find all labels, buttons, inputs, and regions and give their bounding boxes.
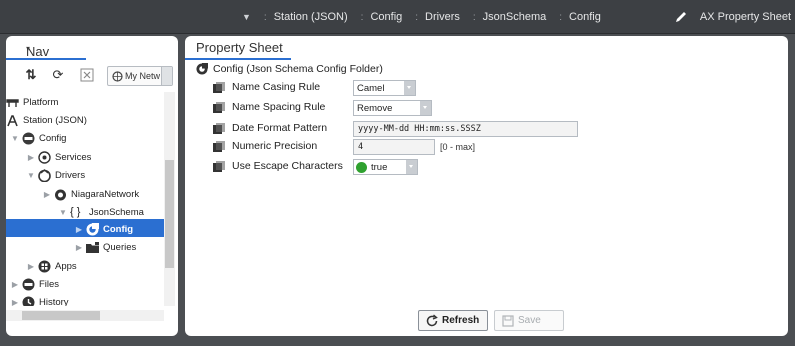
collapsed-arrow-icon[interactable]: ▶ — [26, 262, 36, 271]
breadcrumb: ▼ : Station (JSON) : Config : Drivers : Json… — [242, 0, 601, 34]
chevron-down-icon[interactable] — [404, 81, 415, 95]
breadcrumb-station[interactable]: : Station (JSON) — [251, 11, 348, 23]
view-name[interactable]: AX Property Sheet — [700, 11, 791, 23]
tree-node-config[interactable]: ▼ Config — [10, 129, 66, 147]
tree-node-history[interactable]: ▶ History — [10, 293, 69, 306]
property-slot-icon — [213, 82, 225, 93]
refresh-icon[interactable]: ⟳ — [51, 68, 65, 82]
collapsed-arrow-icon[interactable]: ▶ — [26, 153, 36, 162]
apps-icon — [38, 260, 51, 272]
save-button[interactable]: Save — [494, 310, 564, 331]
tree-node-services[interactable]: ▶ Services — [26, 148, 91, 166]
tree-node-platform[interactable]: Platform — [6, 93, 58, 111]
property-slot-icon — [213, 123, 225, 134]
expanded-arrow-icon[interactable]: ▼ — [26, 171, 36, 180]
history-icon — [22, 296, 35, 306]
refresh-icon — [426, 313, 438, 326]
breadcrumb-separator: : — [360, 11, 364, 23]
tree-node-config-selected[interactable]: ▶ Config — [74, 220, 133, 238]
breadcrumb-separator: : — [559, 11, 563, 23]
nav-panel: ▾ Nav ⇅ ⟳ My Netw Platform Station (JSON… — [6, 36, 178, 336]
breadcrumb-menu-icon[interactable]: ▼ — [242, 12, 251, 22]
collapsed-arrow-icon[interactable]: ▶ — [42, 190, 52, 199]
property-sheet-panel: Property Sheet Config (Json Schema Confi… — [185, 36, 788, 336]
services-icon — [38, 150, 51, 164]
tree-node-queries[interactable]: ▶ Queries — [74, 238, 136, 256]
collapsed-arrow-icon[interactable]: ▶ — [10, 280, 20, 289]
network-icon — [112, 70, 123, 82]
collapsed-arrow-icon[interactable]: ▶ — [74, 225, 84, 234]
tab-nav[interactable]: ▾ Nav — [6, 36, 86, 60]
tree-node-niagaranetwork[interactable]: ▶ NiagaraNetwork — [42, 185, 139, 203]
niagara-network-icon — [55, 189, 66, 200]
nav-horizontal-scroll-thumb[interactable] — [22, 311, 100, 320]
tree-node-jsonschema[interactable]: ▼ { } JsonSchema — [58, 203, 144, 221]
property-slot-icon — [213, 141, 225, 152]
folder-icon — [86, 241, 99, 253]
app-window: ▼ : Station (JSON) : Config : Drivers : Json… — [0, 0, 795, 346]
chevron-down-icon[interactable] — [406, 160, 417, 174]
property-slot-icon — [213, 161, 225, 172]
breadcrumb-drivers[interactable]: : Drivers — [402, 11, 460, 23]
breadcrumb-jsonschema[interactable]: : JsonSchema — [460, 11, 546, 23]
name-spacing-select[interactable]: Remove — [353, 100, 432, 116]
range-hint: [0 - max] — [440, 142, 476, 152]
nav-vertical-scrollbar[interactable] — [164, 92, 175, 306]
tree-node-apps[interactable]: ▶ Apps — [26, 257, 77, 275]
nav-toolbar: ⇅ ⟳ My Netw — [6, 64, 178, 90]
numeric-precision-field[interactable]: 4 — [353, 139, 435, 155]
files-icon — [22, 278, 35, 290]
breadcrumb-config-current[interactable]: : Config — [546, 11, 601, 23]
station-icon — [7, 114, 18, 126]
tree-node-files[interactable]: ▶ Files — [10, 275, 59, 293]
collapsed-arrow-icon[interactable]: ▶ — [10, 298, 20, 307]
expanded-arrow-icon[interactable]: ▼ — [58, 208, 68, 217]
breadcrumb-separator: : — [415, 11, 419, 23]
date-format-field[interactable]: yyyy-MM-dd HH:mm:ss.SSSZ — [353, 121, 578, 137]
view-selector[interactable]: AX Property Sheet — [674, 0, 791, 34]
close-icon[interactable] — [80, 68, 94, 82]
breadcrumb-separator: : — [263, 11, 267, 23]
sync-arrows-icon[interactable]: ⇅ — [24, 68, 38, 82]
breadcrumb-config[interactable]: : Config — [348, 11, 403, 23]
top-bar: ▼ : Station (JSON) : Config : Drivers : Json… — [0, 0, 795, 34]
escape-chars-select[interactable]: true — [353, 159, 418, 175]
collapsed-arrow-icon[interactable]: ▶ — [74, 243, 84, 252]
expanded-arrow-icon[interactable]: ▼ — [10, 134, 20, 143]
component-header: Config (Json Schema Config Folder) — [196, 61, 383, 77]
save-icon — [502, 314, 514, 327]
chevron-down-icon[interactable] — [420, 101, 431, 115]
true-status-dot-icon — [356, 161, 367, 173]
nav-vertical-scroll-thumb[interactable] — [165, 160, 174, 268]
nav-tree: Platform Station (JSON) ▼ Config ▶ Servi… — [6, 92, 166, 306]
drivers-icon — [38, 168, 51, 182]
json-braces-icon: { } — [70, 205, 81, 218]
property-slot-icon — [213, 102, 225, 113]
tree-node-drivers[interactable]: ▼ Drivers — [26, 166, 85, 184]
config-db-icon — [22, 132, 35, 144]
breadcrumb-separator: : — [472, 11, 476, 23]
pencil-icon[interactable] — [674, 10, 688, 24]
config-gear-icon — [86, 222, 99, 235]
refresh-button[interactable]: Refresh — [418, 310, 488, 331]
network-select[interactable]: My Netw — [107, 66, 173, 86]
name-casing-select[interactable]: Camel — [353, 80, 416, 96]
config-gear-icon — [196, 63, 208, 75]
platform-icon — [6, 98, 19, 107]
nav-horizontal-scrollbar[interactable] — [6, 310, 164, 321]
tab-property-sheet[interactable]: Property Sheet — [185, 36, 291, 60]
tree-node-station[interactable]: Station (JSON) — [6, 111, 87, 129]
chevron-down-icon[interactable] — [161, 67, 172, 85]
